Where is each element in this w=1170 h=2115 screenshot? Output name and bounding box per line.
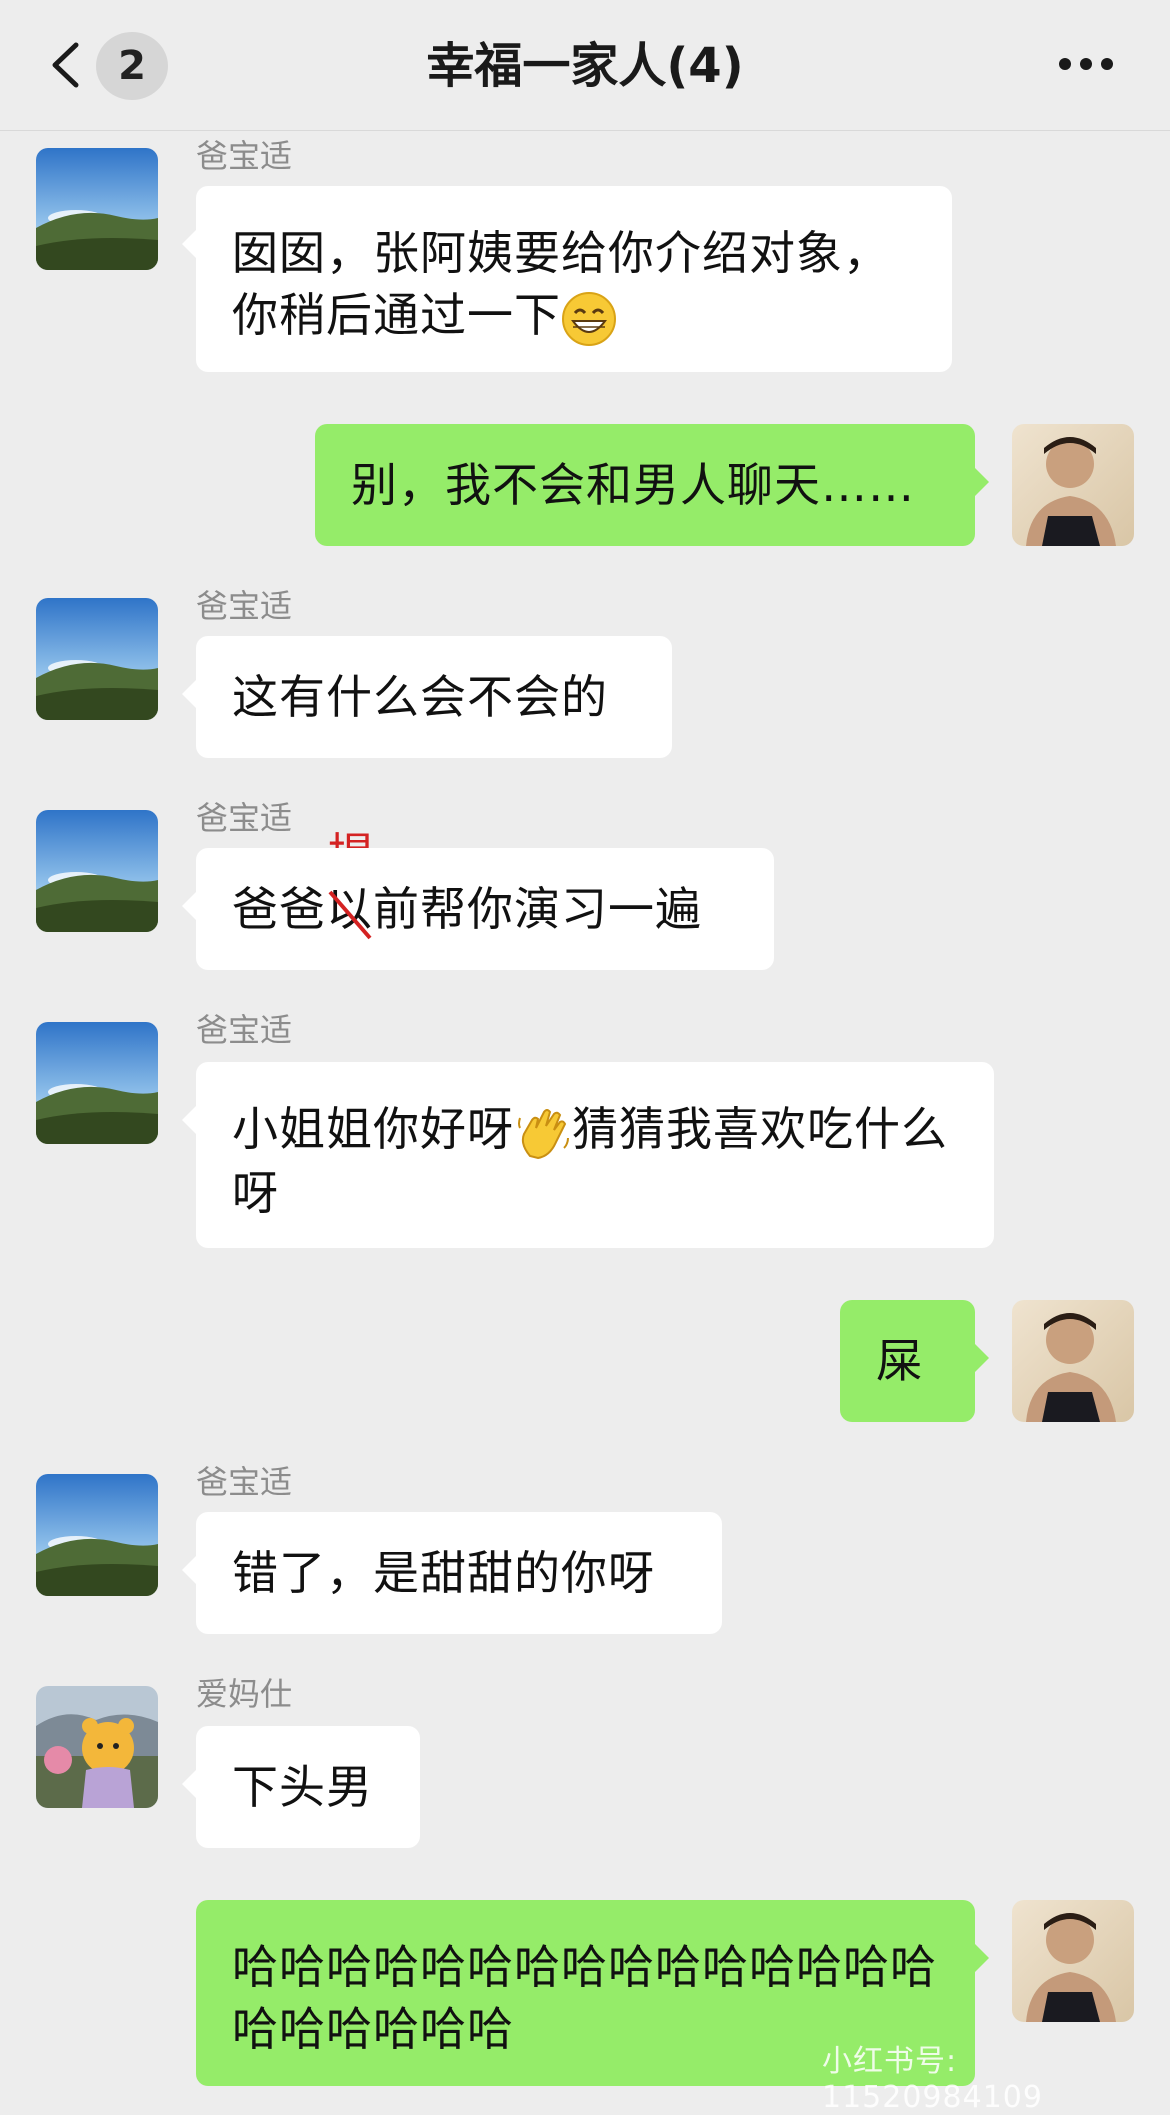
chat-header: 2 幸福一家人(4) — [0, 0, 1170, 131]
message-text: 别，我不会和男人聊天…… — [351, 458, 915, 512]
avatar[interactable] — [1012, 424, 1134, 546]
avatar[interactable] — [36, 598, 158, 720]
message-text: 下头男 — [232, 1760, 373, 1814]
struck-character: 以 — [326, 882, 373, 940]
sender-name: 爸宝适 — [196, 799, 293, 837]
portrait-avatar-icon — [1012, 1900, 1134, 2022]
strike-mark-icon — [328, 890, 372, 940]
bear-avatar-icon — [36, 1686, 158, 1808]
avatar[interactable] — [1012, 1300, 1134, 1422]
chat-title: 幸福一家人(4) — [426, 38, 744, 94]
landscape-avatar-icon — [36, 598, 158, 720]
message-text: 错了，是甜甜的你呀 — [232, 1546, 655, 1600]
message-text: 小姐姐你好呀 — [232, 1102, 514, 1156]
sender-name: 爸宝适 — [196, 587, 293, 625]
avatar[interactable] — [36, 1022, 158, 1144]
message-bubble[interactable]: 囡囡，张阿姨要给你介绍对象，你稍后通过一下 — [182, 186, 952, 372]
message-text: 屎 — [876, 1334, 923, 1388]
avatar[interactable] — [36, 1474, 158, 1596]
message-text: 前帮你演习一遍 — [373, 882, 702, 936]
portrait-avatar-icon — [1012, 424, 1134, 546]
message-text: 这有什么会不会的 — [232, 670, 608, 724]
message-bubble[interactable]: 这有什么会不会的 — [182, 636, 672, 758]
message-bubble[interactable]: 爸爸以 前帮你演习一遍 — [182, 848, 774, 970]
grinning-face-icon — [562, 291, 616, 346]
sender-name: 爸宝适 — [196, 1463, 293, 1501]
message-bubble[interactable]: 下头男 — [182, 1726, 420, 1848]
avatar[interactable] — [36, 1686, 158, 1808]
sender-name: 爸宝适 — [196, 137, 293, 175]
landscape-avatar-icon — [36, 1022, 158, 1144]
message-bubble[interactable]: 屎 — [840, 1300, 989, 1422]
landscape-avatar-icon — [36, 1474, 158, 1596]
avatar[interactable] — [1012, 1900, 1134, 2022]
landscape-avatar-icon — [36, 148, 158, 270]
avatar[interactable] — [36, 810, 158, 932]
more-dots-icon[interactable] — [1058, 56, 1114, 72]
waving-hand-icon — [518, 1108, 569, 1159]
message-text: 爸爸 — [232, 882, 326, 936]
portrait-avatar-icon — [1012, 1300, 1134, 1422]
message-bubble[interactable]: 错了，是甜甜的你呀 — [182, 1512, 722, 1634]
message-bubble[interactable]: 别，我不会和男人聊天…… — [315, 424, 989, 546]
sender-name: 爱妈仕 — [196, 1675, 293, 1713]
message-bubble[interactable]: 小姐姐你好呀 猜猜我喜欢吃什么呀 — [182, 1062, 994, 1248]
landscape-avatar-icon — [36, 810, 158, 932]
watermark: 小红书号: 11520984109 — [822, 2044, 1043, 2115]
avatar[interactable] — [36, 148, 158, 270]
sender-name: 爸宝适 — [196, 1011, 293, 1049]
